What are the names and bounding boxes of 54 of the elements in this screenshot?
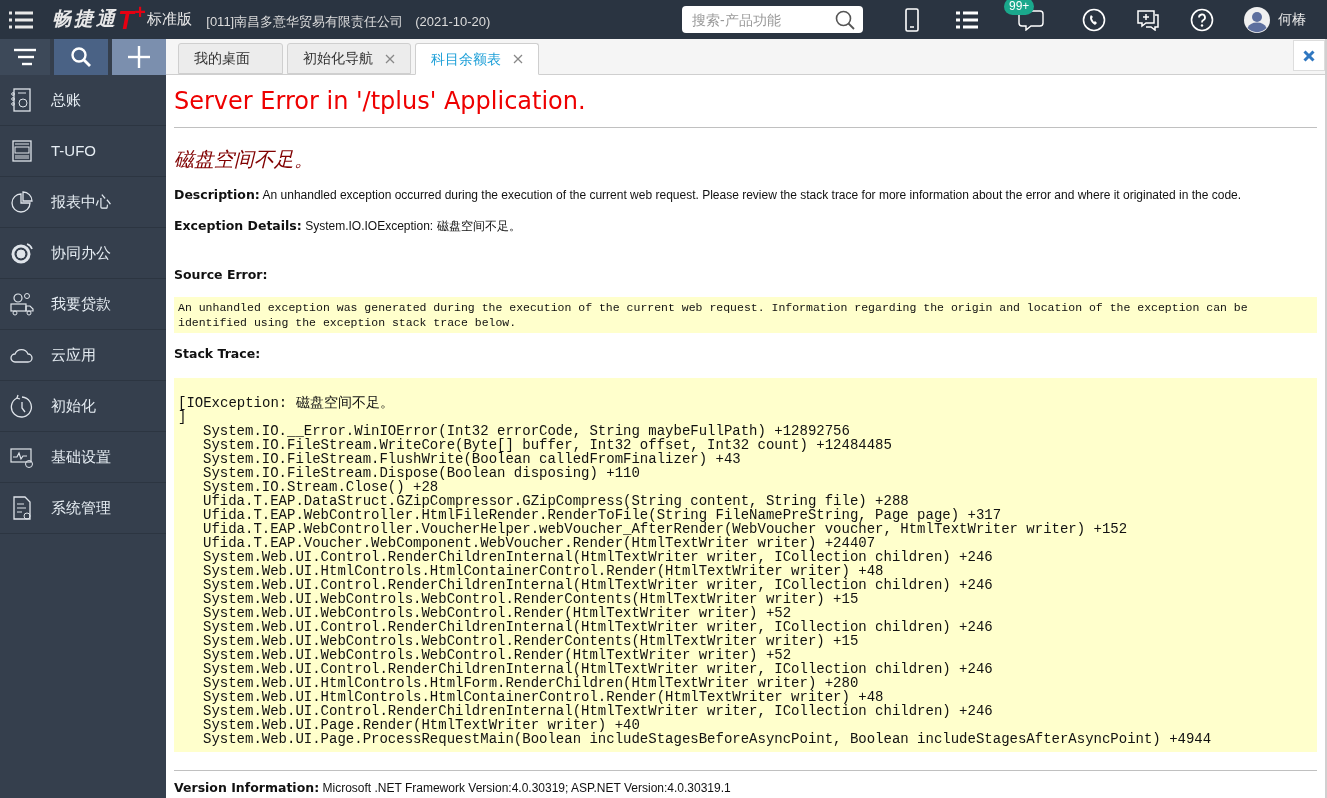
sidebar-item[interactable]: 我要贷款 [0,279,166,330]
menu-icon[interactable] [8,9,34,30]
exception-details: Exception Details: System.IO.IOException: 磁盘空间不足。 [174,216,522,235]
close-icon [1303,49,1315,62]
close-all-tabs-button[interactable] [1293,40,1325,71]
sidebar-item[interactable]: 协同办公 [0,228,166,279]
phone-icon[interactable] [1082,7,1106,32]
description-text: Description: An unhandled exception occurred during the execution of the current web request. Please review the stack trace for more information about the error and where it originated in the code. [174,186,1243,204]
error-title: Server Error in '/tplus' Application. [174,83,1317,128]
sidebar-item[interactable]: 初始化 [0,381,166,432]
avatar-icon[interactable] [1244,6,1270,33]
clock-icon [10,394,34,418]
error-message: 磁盘空间不足。 [174,147,315,172]
sidebar-item[interactable]: 总账 [0,75,166,126]
sidebar-item[interactable]: 系统管理 [0,483,166,534]
search-icon [71,47,91,67]
search-button[interactable] [54,39,108,75]
menu-icon [14,48,36,66]
tab[interactable]: 我的桌面 [178,43,283,74]
search-field[interactable]: 搜索-产品功能 [682,6,863,33]
target-icon [10,241,34,265]
edition-label: 标准版 [147,9,193,30]
add-button[interactable] [112,39,166,75]
sidebar-item[interactable]: 基础设置 [0,432,166,483]
section-heading: Source Error: [174,265,269,284]
brand-mark: T$^{+}$ [118,6,146,33]
session-date: (2021-10-20) [415,12,491,31]
close-icon[interactable] [513,54,523,64]
sidebar-item[interactable]: 报表中心 [0,177,166,228]
notification-badge: 99+ [1004,0,1035,15]
document-gear-icon [10,496,34,520]
sidebar-item[interactable]: T-UFO [0,126,166,177]
help-icon[interactable] [1190,7,1214,32]
brand-name: 畅捷通 [52,7,118,32]
list-icon[interactable] [956,9,978,30]
chat-add-icon[interactable] [1136,8,1160,31]
user-name: 何椿 [1278,10,1306,29]
version-info: Version Information: Microsoft .NET Framework Version:4.0.30319; ASP.NET Version:4.0.30319.1 [174,779,732,797]
stack-trace: [IOException: 磁盘空间不足。 ] System.IO.__Error.WinIOError(Int32 errorCode, String maybeFullPath) +12892756 System.IO.FileStream.WriteCore(Byte[] buffer, Int32 offset, Int32 count) +12484485 System.IO.FileStream.FlushWrite(Boolean calledFromFinalizer) +43 System.IO.FileStream.Dispose(Boolean disposing) +110 System.IO.Stream.Close() +28 Ufida.T.EAP.DataStruct.GZipCompressor.GZipCompress(String content, String file) +288 Ufida.T.EAP.WebController.HtmlFileRender.RenderToFile(String FileNamePreString, Page page) +317 Ufida.T.EAP.WebController.VoucherHelper.webVoucher_AfterRender(WebVoucher voucher, HtmlTextWriter writer) +152 Ufida.T.EAP.Voucher.WebComponent.WebVoucher.Render(HtmlTextWriter writer) +24407 System.Web.UI.Control.RenderChildrenInternal(HtmlTextWriter writer, ICollection children) +246 System.Web.UI.HtmlControls.HtmlContainerControl.Render(HtmlTextWriter writer) +48 System.Web.UI.Control.RenderChildrenInternal(HtmlTextWriter writer, ICollection children) +246 System.Web.UI.WebControls.WebControl.RenderContents(HtmlTextWriter writer) +15 System.Web.UI.WebControls.WebControl.Render(HtmlTextWriter writer) +52 System.Web.UI.Control.RenderChildrenInternal(HtmlTextWriter writer, ICollection children) +246 System.Web.UI.WebControls.WebControl.RenderContents(HtmlTextWriter writer) +15 System.Web.UI.WebControls.WebControl.Render(HtmlTextWriter writer) +52 System.Web.UI.Control.RenderChildrenInternal(HtmlTextWriter writer, ICollection children) +246 System.Web.UI.HtmlControls.HtmlForm.RenderChildren(HtmlTextWriter writer) +280 System.Web.UI.HtmlControls.HtmlContainerControl.Render(HtmlTextWriter writer) +48 System.Web.UI.Control.RenderChildrenInternal(HtmlTextWriter writer, ICollection children) +246 System.Web.UI.Page.Render(HtmlTextWriter writer) +40 System.Web.UI.Page.ProcessRequestMain(Boolean includeStagesBeforeAsyncPoint, Boolean includeStagesAfterAsyncPoint) +4944 [174,378,1317,752]
close-icon[interactable] [385,53,395,64]
ledger-icon [10,88,34,112]
section-heading: Stack Trace: [174,345,262,364]
company-name: [011]南昌多意华贸易有限责任公司 [206,12,404,31]
pie-chart-icon [10,190,34,214]
search-icon[interactable] [835,10,855,30]
source-error-text: An unhandled exception was generated during the execution of the current web request. Information regarding the origin and location of the exception can be identified using the exception stack trace below. [178,300,1249,331]
tab[interactable]: 初始化导航 [287,43,411,74]
truck-icon [10,292,34,316]
report-sheet-icon [10,139,34,163]
monitor-gear-icon [10,445,34,469]
collapse-menu-button[interactable] [0,39,50,75]
plus-icon [128,46,150,68]
sidebar-item[interactable]: 云应用 [0,330,166,381]
mobile-phone-icon[interactable] [905,7,919,32]
